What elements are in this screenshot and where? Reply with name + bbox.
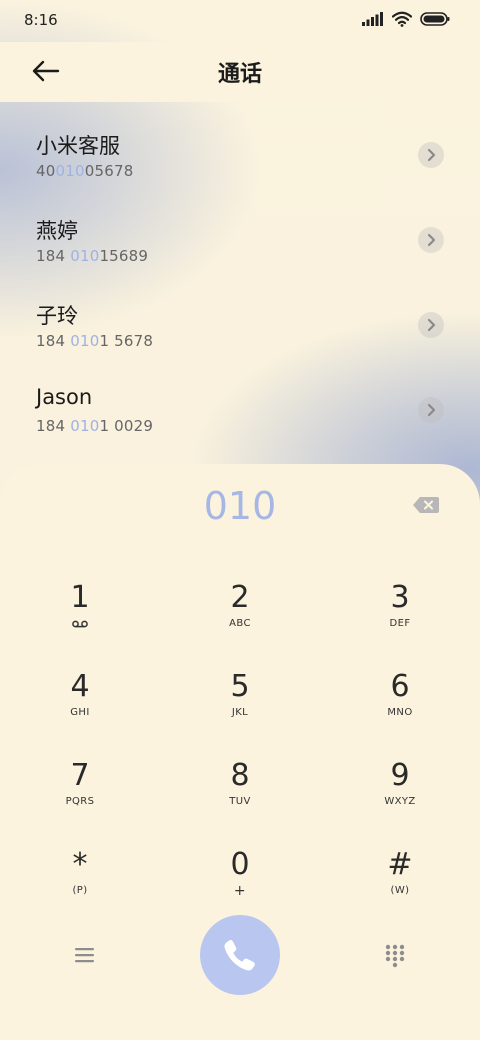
contact-number: 184 01015689 [36, 247, 148, 265]
dialpad-key-3[interactable]: 3 DEF [335, 570, 465, 654]
number-prefix: 184 [36, 332, 71, 350]
key-digit: 8 [230, 758, 250, 793]
dialpad-key-4[interactable]: 4 GHI [15, 659, 145, 743]
key-digit: 6 [390, 669, 410, 704]
dialpad-key-7[interactable]: 7 PQRS [15, 748, 145, 832]
number-suffix: 1 5678 [99, 332, 154, 350]
key-letters: PQRS [65, 796, 95, 807]
call-button[interactable] [200, 915, 280, 995]
key-letters: TUV [229, 796, 251, 807]
number-match: 010 [70, 332, 100, 350]
key-letters: (P) [72, 885, 88, 896]
key-digit: 4 [70, 669, 90, 704]
key-digit: # [387, 847, 413, 882]
menu-icon [75, 948, 94, 963]
number-prefix: 184 [36, 417, 71, 435]
contact-name: 子玲 [36, 304, 78, 328]
key-digit: 9 [390, 758, 410, 793]
contact-item[interactable]: 子玲 184 0101 5678 [0, 282, 480, 367]
contact-name: 燕婷 [36, 219, 78, 243]
contact-suggestion-list: 小米客服 4001005678 燕婷 184 01015689 子玲 184 0… [0, 112, 480, 452]
key-digit: 5 [230, 669, 250, 704]
dialpad-key-1[interactable]: 1 [15, 570, 145, 654]
chevron-right-icon [427, 318, 436, 332]
key-letters: GHI [70, 707, 90, 718]
contact-item[interactable]: Jason 184 0101 0029 [0, 367, 480, 452]
key-digit: 1 [70, 580, 90, 615]
key-digit: 7 [70, 758, 90, 793]
number-match: 010 [70, 417, 100, 435]
dialed-number-display[interactable]: 010 [0, 484, 480, 528]
dialpad-key-5[interactable]: 5 JKL [175, 659, 305, 743]
contact-number: 184 0101 5678 [36, 332, 153, 350]
number-prefix: 40 [36, 162, 56, 180]
page-title: 通话 [217, 62, 262, 87]
key-letters: DEF [389, 618, 411, 629]
contact-item[interactable]: 燕婷 184 01015689 [0, 197, 480, 282]
number-suffix: 05678 [84, 162, 134, 180]
wifi-icon [392, 11, 412, 27]
status-bar: 8:16 [0, 0, 480, 42]
dialpad-panel: 010 1 2 ABC 3 DEF 4 GHI 5 JKL 6 MNO 7 PQ… [0, 464, 480, 1040]
contact-detail-button[interactable] [418, 312, 444, 338]
chevron-right-icon [427, 403, 436, 417]
dialpad-key-0[interactable]: 0 + [175, 837, 305, 921]
key-letters: JKL [231, 707, 249, 718]
key-letters: (W) [390, 885, 410, 896]
battery-icon [420, 12, 450, 26]
chevron-right-icon [427, 148, 436, 162]
signal-icon [362, 12, 383, 26]
dialpad-grid-icon [385, 944, 405, 968]
app-header: 通话 [0, 42, 480, 102]
number-suffix: 15689 [99, 247, 149, 265]
key-digit: 3 [390, 580, 410, 615]
key-digit: * [72, 847, 88, 882]
number-suffix: 1 0029 [99, 417, 154, 435]
dialpad-toggle-button[interactable] [385, 944, 407, 968]
key-letters: MNO [387, 707, 413, 718]
voicemail-icon [72, 620, 88, 628]
contact-detail-button[interactable] [418, 397, 444, 423]
contact-detail-button[interactable] [418, 227, 444, 253]
dialpad-key-6[interactable]: 6 MNO [335, 659, 465, 743]
number-match: 010 [55, 162, 85, 180]
number-prefix: 184 [36, 247, 71, 265]
contact-detail-button[interactable] [418, 142, 444, 168]
key-digit: 0 [230, 847, 250, 882]
key-letters: + [233, 883, 247, 899]
chevron-right-icon [427, 233, 436, 247]
menu-button[interactable] [72, 944, 98, 966]
key-letters: WXYZ [384, 796, 416, 807]
number-match: 010 [70, 247, 100, 265]
backspace-icon [413, 497, 439, 513]
dialpad-key-hash[interactable]: # (W) [335, 837, 465, 921]
contact-number: 4001005678 [36, 162, 133, 180]
contact-number: 184 0101 0029 [36, 417, 153, 435]
contact-item[interactable]: 小米客服 4001005678 [0, 112, 480, 197]
phone-icon [224, 940, 255, 971]
status-time: 8:16 [24, 11, 58, 29]
dialpad-key-2[interactable]: 2 ABC [175, 570, 305, 654]
key-digit: 2 [230, 580, 250, 615]
contact-name: 小米客服 [36, 134, 120, 158]
contact-name: Jason [36, 385, 93, 409]
backspace-button[interactable] [412, 496, 442, 516]
key-letters: ABC [229, 618, 251, 629]
dialpad-key-8[interactable]: 8 TUV [175, 748, 305, 832]
status-icons [362, 11, 450, 27]
dialpad-key-star[interactable]: * (P) [15, 837, 145, 921]
dialpad-key-9[interactable]: 9 WXYZ [335, 748, 465, 832]
